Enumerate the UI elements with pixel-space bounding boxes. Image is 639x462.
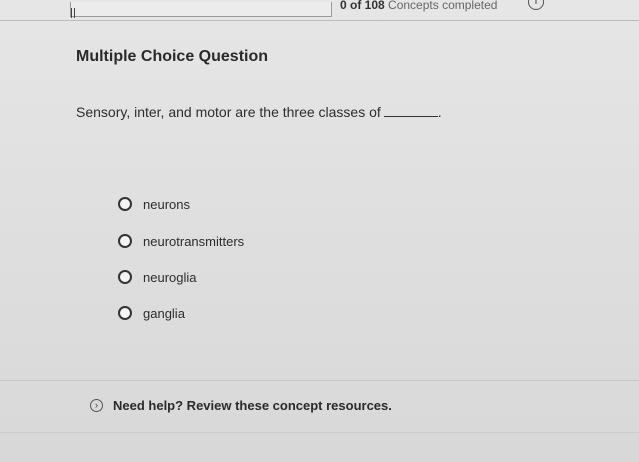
question-heading: Multiple Choice Question <box>76 48 269 65</box>
header-divider <box>0 20 639 21</box>
choice-option[interactable]: neurons <box>118 194 190 214</box>
radio-button[interactable] <box>118 270 132 284</box>
answer-blank <box>383 104 438 117</box>
choice-label[interactable]: ganglia <box>143 306 185 321</box>
progress-count: 0 of 108 <box>340 0 385 12</box>
help-divider <box>0 380 639 381</box>
choice-label[interactable]: neurotransmitters <box>143 234 244 249</box>
progress-label: Concepts completed <box>388 0 498 12</box>
choice-option[interactable]: neuroglia <box>118 267 197 287</box>
chevron-right-icon: › <box>90 399 103 412</box>
progress-marker <box>71 8 75 18</box>
footer-divider <box>0 432 639 433</box>
question-prompt-end: . <box>437 104 442 120</box>
progress-text: 0 of 108 Concepts completed <box>340 0 497 12</box>
radio-button[interactable] <box>118 197 132 211</box>
radio-button[interactable] <box>118 306 132 320</box>
question-prompt: Sensory, inter, and motor are the three … <box>76 104 442 120</box>
help-link-text[interactable]: Need help? Review these concept resource… <box>113 398 392 413</box>
progress-track <box>70 2 332 17</box>
question-prompt-text: Sensory, inter, and motor are the three … <box>76 104 381 120</box>
choice-option[interactable]: ganglia <box>118 303 185 323</box>
choice-option[interactable]: neurotransmitters <box>118 231 244 251</box>
help-link[interactable]: › Need help? Review these concept resour… <box>90 398 392 413</box>
radio-button[interactable] <box>118 234 132 248</box>
info-icon[interactable]: i <box>528 0 544 10</box>
choice-label[interactable]: neurons <box>143 197 190 212</box>
choice-label[interactable]: neuroglia <box>143 270 197 285</box>
